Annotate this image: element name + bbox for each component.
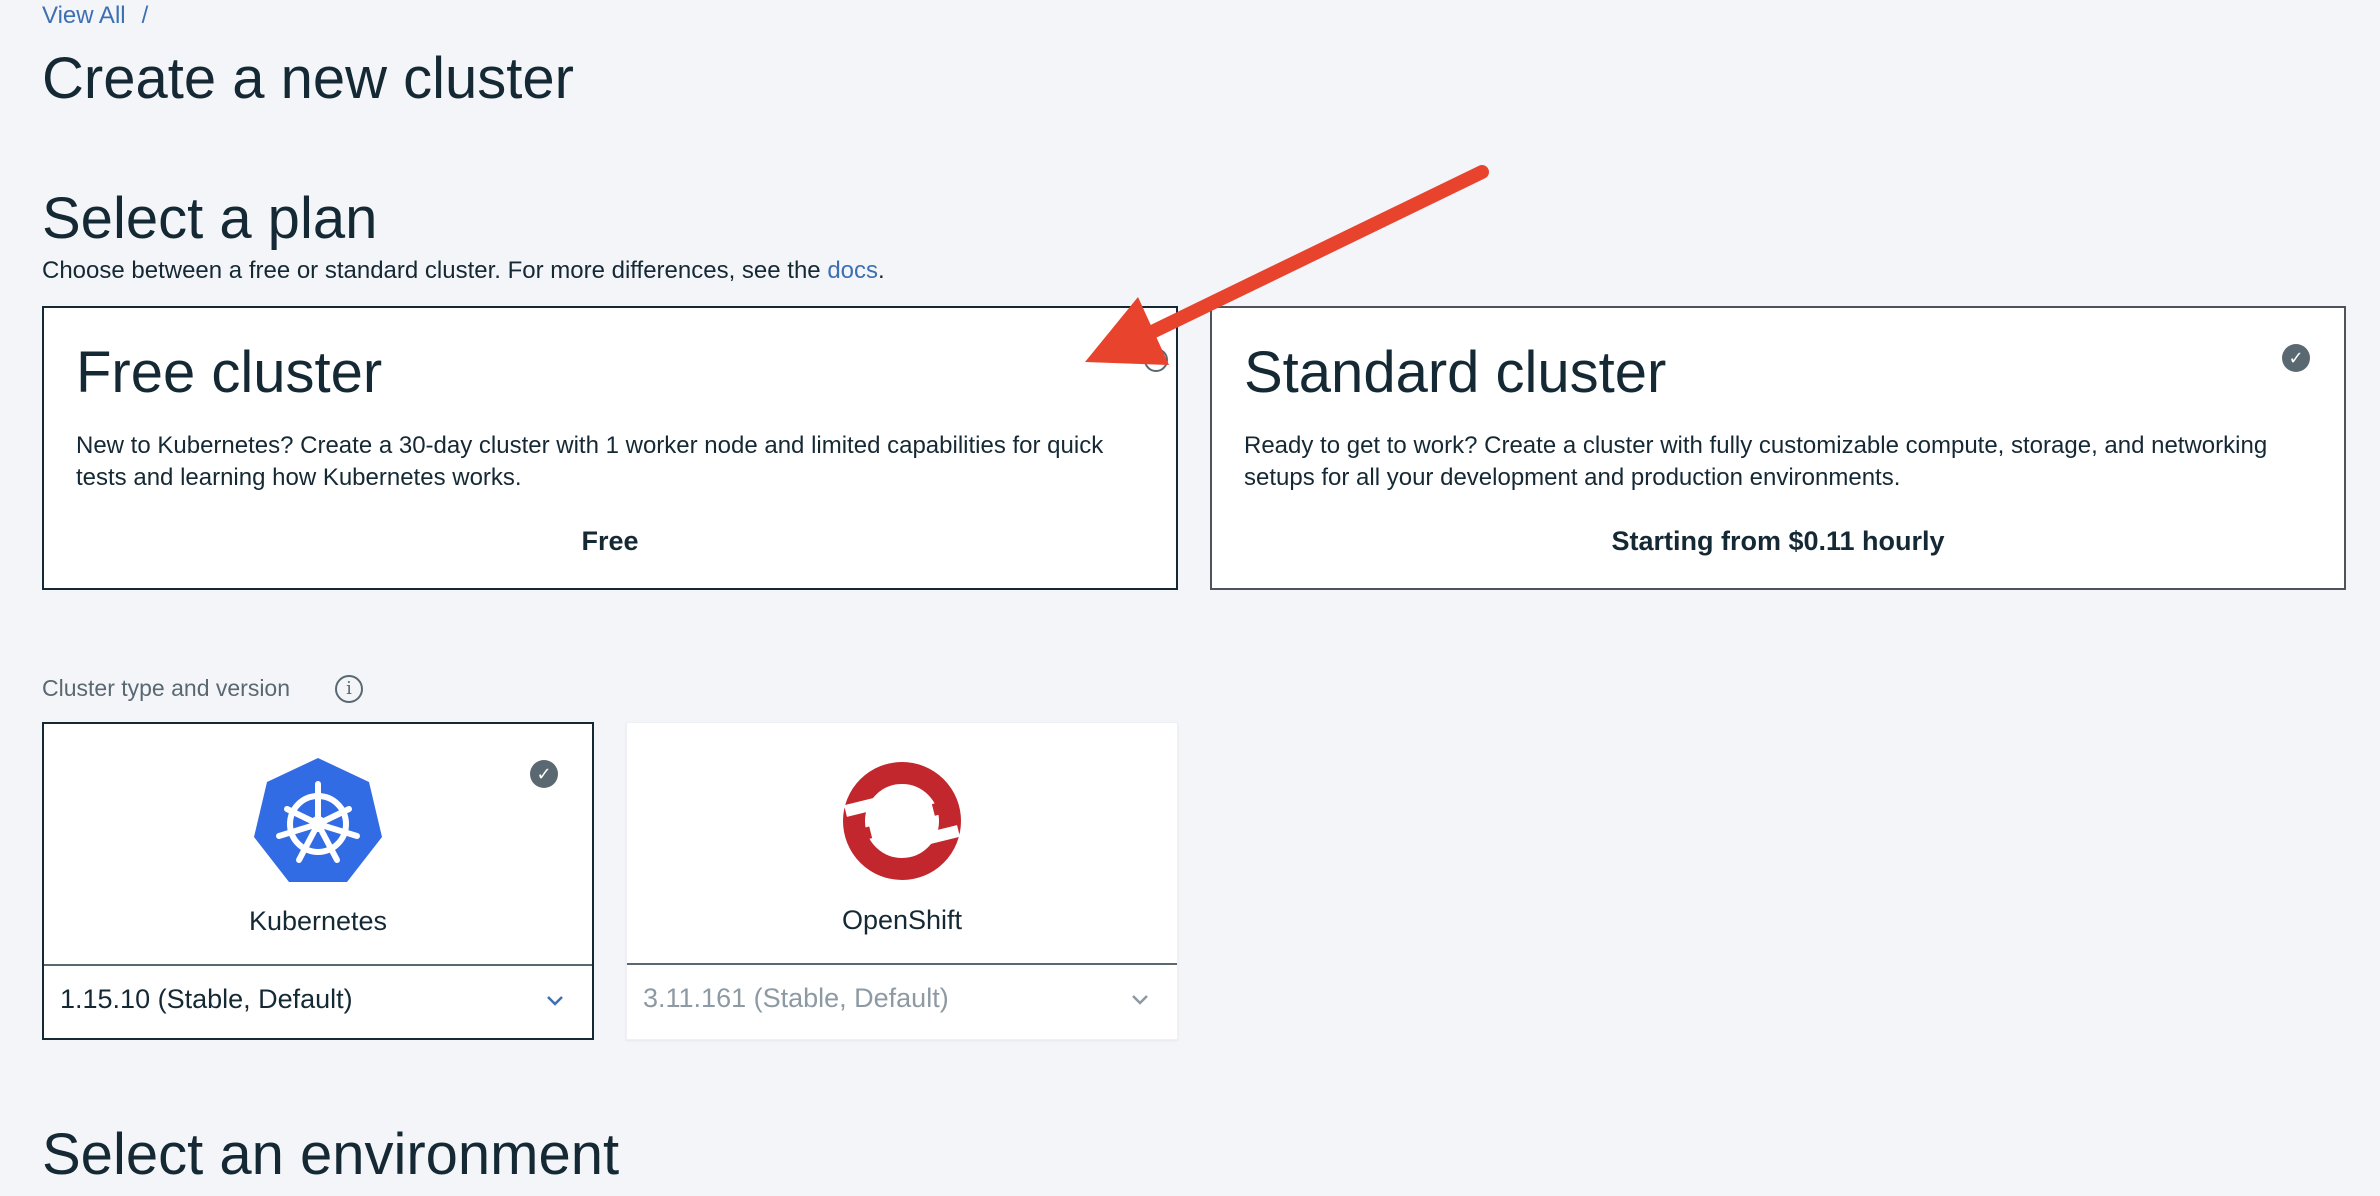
cluster-type-name: OpenShift: [841, 905, 963, 935]
environment-section-title: Select an environment: [42, 1122, 620, 1187]
breadcrumb: View All /: [42, 2, 148, 30]
chevron-down-icon: [1132, 995, 1148, 1005]
plan-tile-standard[interactable]: Standard cluster ✓ Ready to get to work?…: [1210, 306, 2346, 590]
cluster-type-label: Cluster type and version: [42, 675, 291, 701]
plan-price: Starting from $0.11 hourly: [1611, 526, 1945, 556]
plan-description: New to Kubernetes? Create a 30-day clust…: [76, 432, 1104, 491]
plan-description-suffix: .: [878, 257, 885, 284]
page-title: Create a new cluster: [42, 46, 574, 111]
openshift-logo-icon: [843, 762, 961, 880]
info-icon[interactable]: i: [335, 675, 363, 703]
plan-price: Free: [581, 526, 639, 556]
radio-unchecked-icon[interactable]: [1144, 348, 1168, 372]
breadcrumb-separator: /: [141, 2, 149, 29]
plan-description: Ready to get to work? Create a cluster w…: [1244, 432, 2268, 491]
version-select-value: 1.15.10 (Stable, Default): [60, 984, 353, 1014]
version-select-value: 3.11.161 (Stable, Default): [643, 983, 949, 1013]
breadcrumb-view-all-link[interactable]: View All: [42, 2, 126, 29]
kubernetes-logo-icon: [254, 758, 382, 882]
checkmark-filled-icon: ✓: [2282, 344, 2310, 372]
plan-tile-free[interactable]: Free cluster New to Kubernetes? Create a…: [42, 306, 1178, 590]
plan-name: Standard cluster: [1244, 340, 1667, 405]
checkmark-filled-icon: ✓: [530, 760, 558, 788]
chevron-down-icon: [547, 996, 563, 1006]
cluster-type-tile-openshift[interactable]: OpenShift 3.11.161 (Stable, Default): [626, 722, 1178, 1040]
docs-link[interactable]: docs: [827, 257, 878, 284]
version-select-kubernetes[interactable]: 1.15.10 (Stable, Default): [44, 964, 592, 1038]
plan-description-text: Choose between a free or standard cluste…: [42, 257, 828, 284]
cluster-type-name: Kubernetes: [248, 906, 388, 936]
cluster-type-tile-kubernetes[interactable]: ✓ Kubernetes 1.15.10 (Stable, Default): [42, 722, 594, 1040]
plan-name: Free cluster: [76, 340, 383, 405]
version-select-openshift[interactable]: 3.11.161 (Stable, Default): [627, 963, 1177, 1039]
plan-section-description: Choose between a free or standard cluste…: [42, 257, 885, 285]
plan-section-title: Select a plan: [42, 186, 378, 251]
